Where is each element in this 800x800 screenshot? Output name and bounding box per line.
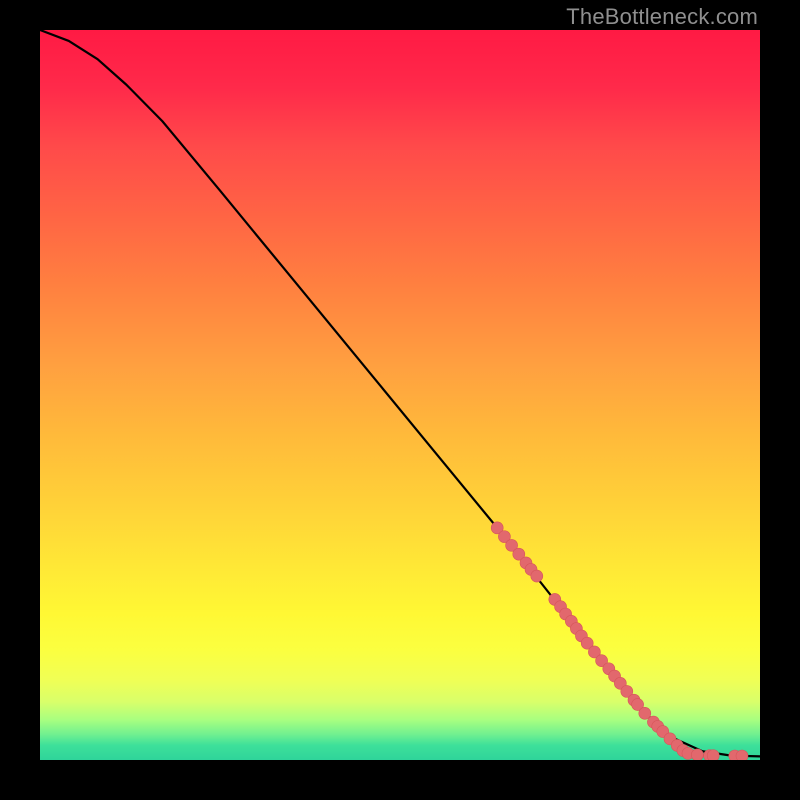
chart-frame: TheBottleneck.com bbox=[0, 0, 800, 800]
chart-svg bbox=[40, 30, 760, 760]
highlighted-points bbox=[491, 522, 748, 760]
curve-line bbox=[40, 30, 760, 756]
data-point bbox=[531, 570, 543, 582]
watermark-text: TheBottleneck.com bbox=[566, 4, 758, 30]
data-point bbox=[691, 749, 703, 760]
plot-area bbox=[40, 30, 760, 760]
data-point bbox=[639, 707, 651, 719]
data-point bbox=[707, 750, 719, 760]
data-point bbox=[736, 750, 748, 760]
